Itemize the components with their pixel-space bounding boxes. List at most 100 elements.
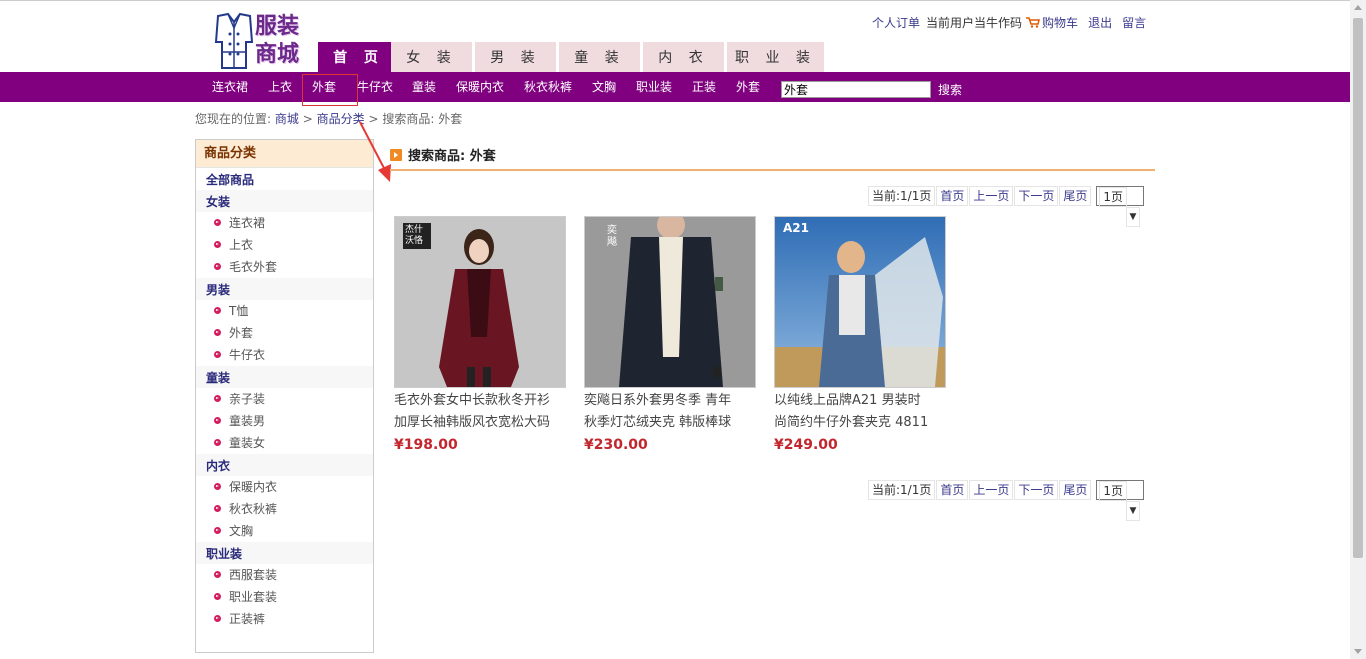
subnav-item-formal[interactable]: 正装 bbox=[692, 72, 716, 102]
product-name-line: 奕飚日系外套男冬季 青年 bbox=[584, 393, 732, 408]
subnav-item-coat[interactable]: 外套 bbox=[312, 72, 336, 102]
scroll-up-icon[interactable] bbox=[1354, 5, 1362, 10]
bullet-icon bbox=[214, 219, 221, 226]
scroll-down-icon[interactable] bbox=[1354, 649, 1362, 654]
message-link[interactable]: 留言 bbox=[1122, 16, 1146, 30]
sidebar-group-women[interactable]: 女装 bbox=[196, 190, 373, 212]
breadcrumb: 您现在的位置: 商城 > 商品分类 > 搜索商品: 外套 bbox=[195, 110, 462, 127]
bullet-icon bbox=[214, 241, 221, 248]
sidebar-item[interactable]: 连衣裙 bbox=[196, 212, 373, 234]
sub-nav: 连衣裙 上衣 外套 牛仔衣 童装 保暖内衣 秋衣秋裤 文胸 职业装 正装 外套 bbox=[0, 72, 1350, 106]
pager-current: 当前:1/1页 bbox=[868, 480, 936, 500]
subnav-item-kids[interactable]: 童装 bbox=[412, 72, 436, 102]
bullet-icon bbox=[214, 615, 221, 622]
product-image[interactable]: 奕飚 bbox=[584, 216, 756, 388]
sidebar-item[interactable]: 文胸 bbox=[196, 520, 373, 542]
sidebar-group-men[interactable]: 男装 bbox=[196, 278, 373, 300]
sidebar-title: 商品分类 bbox=[196, 140, 373, 168]
sidebar-item-all[interactable]: 全部商品 bbox=[196, 168, 373, 190]
sidebar-item-label: T恤 bbox=[229, 304, 249, 318]
current-user-prefix: 当前用户 bbox=[926, 16, 975, 30]
current-username: 当牛作码 bbox=[974, 16, 1023, 30]
product-name[interactable]: 以纯线上品牌A21 男装时 尚简约牛仔外套夹克 4811 bbox=[774, 390, 946, 434]
bullet-icon bbox=[214, 329, 221, 336]
subnav-item-bra[interactable]: 文胸 bbox=[592, 72, 616, 102]
pager-prev[interactable]: 上一页 bbox=[969, 186, 1014, 206]
vertical-scrollbar[interactable] bbox=[1350, 0, 1366, 659]
tab-home[interactable]: 首 页 bbox=[318, 42, 399, 72]
product-name[interactable]: 毛衣外套女中长款秋冬开衫 加厚长袖韩版风衣宽松大码 bbox=[394, 390, 566, 434]
sidebar-item-label: 文胸 bbox=[229, 524, 254, 538]
product-name[interactable]: 奕飚日系外套男冬季 青年 秋季灯芯绒夹克 韩版棒球 bbox=[584, 390, 756, 434]
sidebar-item[interactable]: 职业套装 bbox=[196, 586, 373, 608]
pager-last[interactable]: 尾页 bbox=[1059, 186, 1092, 206]
product-image[interactable]: A21 bbox=[774, 216, 946, 388]
sidebar-item[interactable]: 童装男 bbox=[196, 410, 373, 432]
bullet-icon bbox=[214, 307, 221, 314]
subnav-item-longjohns[interactable]: 秋衣秋裤 bbox=[524, 72, 572, 102]
tab-workwear[interactable]: 职 业 装 bbox=[727, 42, 824, 72]
subnav-item-thermal[interactable]: 保暖内衣 bbox=[456, 72, 504, 102]
subnav-item-tops[interactable]: 上衣 bbox=[268, 72, 292, 102]
sidebar-item[interactable]: 亲子装 bbox=[196, 388, 373, 410]
pager-first[interactable]: 首页 bbox=[936, 480, 969, 500]
tab-men[interactable]: 男 装 bbox=[475, 42, 556, 72]
subnav-item-denim[interactable]: 牛仔衣 bbox=[357, 72, 393, 102]
bullet-icon bbox=[214, 483, 221, 490]
pager-next[interactable]: 下一页 bbox=[1014, 480, 1059, 500]
subnav-item-workwear[interactable]: 职业装 bbox=[636, 72, 672, 102]
product-image-art bbox=[775, 217, 945, 387]
sidebar-item[interactable]: 正装裤 bbox=[196, 608, 373, 630]
section-divider bbox=[390, 169, 1155, 171]
cart-icon[interactable] bbox=[1026, 17, 1041, 28]
search-input[interactable] bbox=[781, 81, 931, 98]
sidebar-item[interactable]: 牛仔衣 bbox=[196, 344, 373, 366]
bullet-icon bbox=[214, 527, 221, 534]
tab-kids[interactable]: 童 装 bbox=[559, 42, 640, 72]
bullet-icon bbox=[214, 593, 221, 600]
product-image-text: A21 bbox=[783, 221, 809, 235]
category-sidebar: 商品分类 全部商品 女装 连衣裙 上衣 毛衣外套 男装 T恤 外套 牛仔衣 童装… bbox=[195, 139, 374, 653]
sidebar-item[interactable]: 毛衣外套 bbox=[196, 256, 373, 278]
page-select[interactable]: 1页 ▼ bbox=[1096, 480, 1145, 521]
chevron-down-icon: ▼ bbox=[1125, 207, 1141, 227]
tab-underwear[interactable]: 内 衣 bbox=[643, 42, 724, 72]
breadcrumb-home[interactable]: 商城 bbox=[275, 112, 299, 126]
pager-last[interactable]: 尾页 bbox=[1059, 480, 1092, 500]
product-image[interactable]: 杰什 沃恪 bbox=[394, 216, 566, 388]
page-select[interactable]: 1页 ▼ bbox=[1096, 186, 1145, 227]
pager-next[interactable]: 下一页 bbox=[1014, 186, 1059, 206]
sidebar-group-underwear[interactable]: 内衣 bbox=[196, 454, 373, 476]
logo-text: 服装 商城 bbox=[255, 12, 299, 68]
sidebar-item[interactable]: 保暖内衣 bbox=[196, 476, 373, 498]
subnav-item-coat-2[interactable]: 外套 bbox=[736, 72, 760, 102]
product-name-line: 以纯线上品牌A21 男装时 bbox=[774, 393, 921, 408]
bullet-icon bbox=[214, 417, 221, 424]
scrollbar-thumb[interactable] bbox=[1353, 18, 1363, 558]
page-select-value: 1页 bbox=[1099, 187, 1128, 207]
top-links: 个人订单 当前用户当牛作码 购物车 退出 留言 bbox=[872, 14, 1152, 31]
product-name-line: 毛衣外套女中长款秋冬开衫 bbox=[394, 393, 551, 408]
pager-first[interactable]: 首页 bbox=[936, 186, 969, 206]
sidebar-item[interactable]: T恤 bbox=[196, 300, 373, 322]
product-name-line: 秋季灯芯绒夹克 韩版棒球 bbox=[584, 415, 732, 430]
logout-link[interactable]: 退出 bbox=[1088, 16, 1112, 30]
subnav-item-dress[interactable]: 连衣裙 bbox=[212, 72, 248, 102]
search-button[interactable]: 搜索 bbox=[938, 80, 962, 100]
pager-prev[interactable]: 上一页 bbox=[969, 480, 1014, 500]
product-card[interactable]: 杰什 沃恪 毛衣外套女中长款秋冬开衫 加厚长袖韩版风衣宽松大码 ¥198.00 bbox=[394, 216, 566, 456]
cart-link[interactable]: 购物车 bbox=[1042, 16, 1078, 30]
sidebar-group-workwear[interactable]: 职业装 bbox=[196, 542, 373, 564]
sidebar-item[interactable]: 西服套装 bbox=[196, 564, 373, 586]
bullet-icon bbox=[214, 439, 221, 446]
product-card[interactable]: 奕飚 奕飚日系外套男冬季 青年 秋季灯芯绒夹克 韩版棒球 ¥230.00 bbox=[584, 216, 756, 456]
sidebar-item[interactable]: 外套 bbox=[196, 322, 373, 344]
sidebar-item[interactable]: 童装女 bbox=[196, 432, 373, 454]
sidebar-item[interactable]: 秋衣秋裤 bbox=[196, 498, 373, 520]
sidebar-item[interactable]: 上衣 bbox=[196, 234, 373, 256]
sidebar-group-kids[interactable]: 童装 bbox=[196, 366, 373, 388]
bullet-icon bbox=[214, 571, 221, 578]
product-card[interactable]: A21 以纯线上品牌A21 男装时 尚简约牛仔外套夹克 4811 ¥249.00 bbox=[774, 216, 946, 456]
my-orders-link[interactable]: 个人订单 bbox=[872, 16, 920, 30]
tab-women[interactable]: 女 装 bbox=[391, 42, 472, 72]
